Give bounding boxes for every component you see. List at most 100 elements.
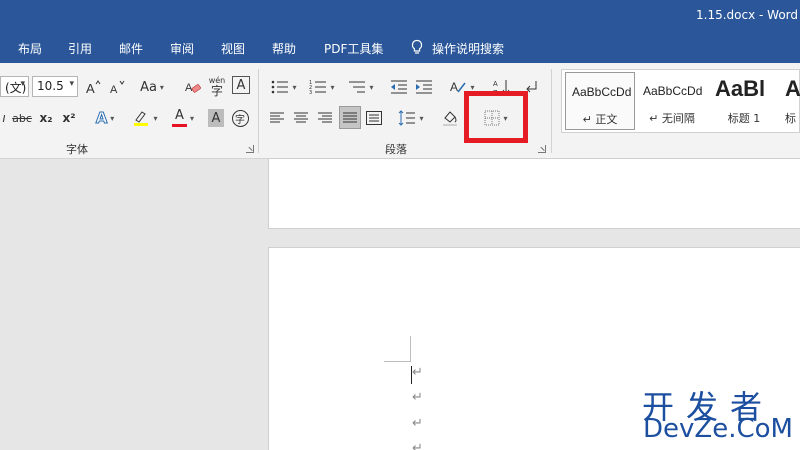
bullets-button[interactable]: ▾: [268, 76, 300, 98]
character-shading-label: A: [211, 110, 221, 126]
lightbulb-icon: [410, 39, 424, 58]
font-color-button[interactable]: A ▾: [167, 107, 199, 129]
tab-view[interactable]: 视图: [221, 40, 245, 57]
character-shading-button[interactable]: A: [208, 109, 224, 127]
phonetic-guide-icon[interactable]: wén 字: [207, 75, 227, 97]
svg-text:A: A: [493, 81, 498, 88]
font-size-value: 10.5: [37, 79, 64, 93]
svg-text:A: A: [185, 82, 193, 94]
numbering-button[interactable]: 1 2 3 ▾: [306, 76, 338, 98]
grow-font-icon[interactable]: A: [84, 76, 102, 98]
style-heading-1[interactable]: AaBl 标题 1: [709, 72, 779, 130]
paragraph-dialog-launcher-icon[interactable]: [538, 145, 546, 153]
tab-references[interactable]: 引用: [68, 40, 92, 57]
chevron-down-icon: ▾: [110, 113, 115, 123]
multilevel-list-icon: [349, 81, 366, 93]
style-name: 标: [785, 112, 796, 125]
highlight-color-button[interactable]: ▾: [129, 107, 161, 129]
strikethrough-button[interactable]: abc: [10, 107, 34, 129]
font-group-label: 字体: [66, 143, 88, 156]
style-preview: A: [785, 76, 800, 101]
multilevel-list-button[interactable]: ▾: [345, 76, 377, 98]
style-preview: AaBbCcDd: [572, 85, 632, 99]
group-divider: [258, 69, 259, 153]
margin-corner-mark: [384, 361, 411, 362]
tab-help[interactable]: 帮助: [272, 40, 296, 57]
increase-indent-icon[interactable]: [415, 76, 433, 98]
clear-formatting-icon[interactable]: A: [184, 76, 202, 98]
text-effects-button[interactable]: A ▾: [91, 107, 119, 129]
style-normal[interactable]: AaBbCcDd ↵ 正文: [565, 72, 635, 130]
chevron-down-icon: ▾: [159, 82, 164, 92]
chevron-down-icon: ▾: [153, 113, 158, 123]
chevron-down-icon: ▾: [292, 82, 297, 92]
shrink-font-icon[interactable]: A: [108, 76, 126, 98]
chevron-down-icon: ▾: [419, 113, 424, 123]
svg-text:3: 3: [309, 90, 312, 95]
style-name: 标题 1: [727, 112, 761, 125]
style-name: ↵ 无间隔: [649, 112, 695, 125]
chevron-down-icon: ▾: [330, 82, 335, 92]
style-no-spacing[interactable]: AaBbCcDd ↵ 无间隔: [637, 72, 707, 130]
chevron-down-icon: ▾: [189, 113, 194, 123]
paragraph-mark: ↵: [412, 365, 423, 380]
numbering-icon: 123: [309, 80, 327, 95]
style-heading-2[interactable]: A 标: [781, 72, 800, 130]
bullets-icon: [272, 80, 289, 94]
ribbon: (文) ▾ 10.5 ▾ A A Aa ▾ A wén 字 A ı abc x₂ x²…: [0, 63, 800, 159]
group-divider: [551, 69, 552, 153]
change-case-label: Aa: [140, 79, 157, 95]
character-border-icon[interactable]: A: [232, 76, 250, 94]
tell-me-label: 操作说明搜索: [432, 42, 505, 56]
decrease-indent-icon[interactable]: [390, 76, 408, 98]
document-page-previous: [268, 158, 800, 229]
superscript-label: x²: [62, 111, 76, 125]
tell-me-search[interactable]: 操作说明搜索: [410, 39, 504, 58]
italic-icon[interactable]: ı: [0, 107, 8, 129]
tab-layout[interactable]: 布局: [18, 40, 42, 57]
paragraph-mark: ↵: [412, 390, 423, 405]
style-name: ↵ 正文: [582, 113, 618, 126]
svg-text:A: A: [110, 84, 118, 95]
font-name-dropdown[interactable]: (文) ▾: [0, 76, 29, 97]
tab-mailings[interactable]: 邮件: [119, 40, 143, 57]
subscript-label: x₂: [39, 111, 53, 125]
enclose-characters-button[interactable]: 字: [231, 107, 249, 129]
font-color-bar: [171, 123, 187, 127]
font-size-dropdown[interactable]: 10.5 ▾: [32, 76, 78, 97]
superscript-button[interactable]: x²: [60, 107, 78, 129]
style-preview: AaBbCcDd: [643, 84, 703, 98]
chevron-down-icon: ▾: [20, 79, 25, 89]
align-right-icon[interactable]: [316, 107, 334, 129]
styles-gallery: AaBbCcDd ↵ 正文 AaBbCcDd ↵ 无间隔 AaBl 标题 1 A…: [561, 69, 800, 133]
strikethrough-label: abc: [12, 111, 32, 125]
align-left-icon[interactable]: [268, 107, 286, 129]
margin-corner-mark: [410, 336, 411, 362]
highlight-box: [464, 91, 528, 143]
chevron-down-icon: ▾: [69, 79, 74, 89]
enclose-characters-label: 字: [231, 109, 249, 127]
chevron-down-icon: ▾: [369, 82, 374, 92]
font-color-label: A: [175, 107, 184, 123]
tab-pdf-tools[interactable]: PDF工具集: [324, 40, 383, 57]
paragraph-mark: ↵: [412, 416, 423, 431]
tab-review[interactable]: 审阅: [170, 40, 194, 57]
font-dialog-launcher-icon[interactable]: [246, 145, 254, 153]
style-preview: AaBl: [715, 76, 766, 101]
paragraph-group-label: 段落: [385, 143, 407, 156]
phonetic-bottom: 字: [210, 83, 223, 98]
title-bar: 1.15.docx - Word: [0, 0, 800, 33]
line-spacing-button[interactable]: ▾: [395, 107, 427, 129]
svg-text:A: A: [86, 81, 95, 95]
align-center-icon[interactable]: [292, 107, 310, 129]
highlighter-icon: [134, 111, 149, 126]
line-spacing-icon: [399, 110, 416, 126]
justify-icon[interactable]: [339, 106, 361, 129]
svg-text:A: A: [450, 80, 458, 94]
shading-icon[interactable]: [440, 107, 460, 129]
change-case-button[interactable]: Aa ▾: [137, 76, 167, 98]
subscript-button[interactable]: x₂: [37, 107, 55, 129]
distributed-icon[interactable]: [365, 107, 383, 129]
watermark-line2: DevZe.CoM: [643, 414, 793, 444]
paragraph-mark: ↵: [412, 441, 423, 450]
